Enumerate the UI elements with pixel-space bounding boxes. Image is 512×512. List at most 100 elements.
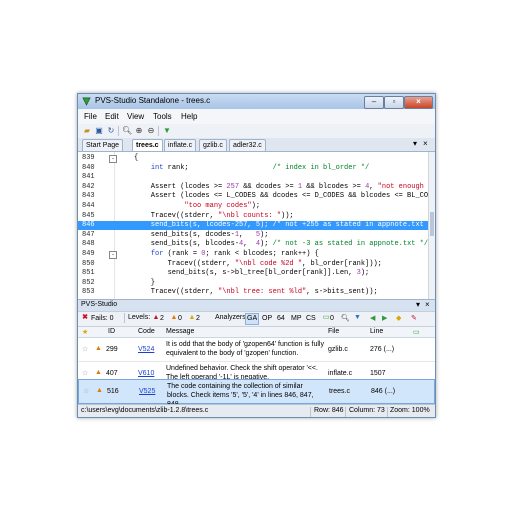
toolbar-separator (124, 313, 125, 323)
code-line[interactable]: 850 Tracev((stderr, "\nbl code %2d ", bl… (78, 260, 429, 269)
code-line[interactable]: 851 send_bits(s, s->bl_tree[bl_order[ran… (78, 269, 429, 278)
line-number: 853 (82, 288, 95, 297)
analyzer-64-toggle[interactable]: 64 (275, 313, 287, 325)
message-row-selected[interactable]: ☆ ▲ 516 V525 The code containing the col… (78, 379, 435, 408)
code-line[interactable]: 843 Assert (lcodes <= L_CODES && dcodes … (78, 192, 429, 201)
analyzer-cs-toggle[interactable]: CS (304, 313, 318, 325)
star-column-icon[interactable]: ★ (82, 328, 88, 336)
column-line[interactable]: Line (370, 328, 383, 335)
close-tab-icon[interactable]: × (423, 139, 428, 148)
minimize-button[interactable]: – (364, 96, 384, 109)
level-3-filter[interactable]: ▲2 (188, 314, 200, 322)
analyzers-label: Analyzers: (215, 314, 248, 321)
analyzer-op-toggle[interactable]: OP (260, 313, 274, 325)
line-number: 848 (82, 240, 95, 249)
editor-vertical-scrollbar[interactable] (428, 152, 435, 299)
star-icon[interactable]: ☆ (82, 369, 88, 378)
refresh-icon[interactable]: ↻ (106, 126, 116, 136)
title-bar: PVS-Studio Standalone - trees.c – ▫ × (78, 94, 435, 109)
code-line[interactable]: 852 } (78, 279, 429, 288)
toolbar-separator (158, 126, 159, 136)
code-line-highlighted[interactable]: 846 send_bits(s, lcodes-257, 5); /* not … (78, 221, 429, 231)
tab-inflate-c[interactable]: inflate.c (164, 139, 197, 151)
code-line[interactable]: 844 "too many codes"); (78, 202, 429, 211)
fold-toggle-icon[interactable]: - (109, 251, 117, 259)
menu-edit[interactable]: Edit (105, 112, 119, 121)
message-code-link[interactable]: V524 (138, 345, 154, 354)
column-message[interactable]: Message (166, 328, 194, 335)
status-separator (310, 407, 311, 417)
warning-icon: ▲ (96, 387, 103, 394)
settings-icon[interactable]: ✎ (411, 314, 417, 322)
line-number: 846 (82, 221, 95, 230)
level-2-filter[interactable]: ▲0 (170, 314, 182, 322)
prev-message-icon[interactable]: ◀ (370, 314, 375, 322)
tab-gzlib-c[interactable]: gzlib.c (199, 139, 227, 151)
code-line[interactable]: 842 Assert (lcodes >= 257 && dcodes >= 1… (78, 183, 429, 192)
zoom-out-icon[interactable]: ⊖ (146, 126, 156, 136)
code-editor[interactable]: 839 - {840 int rank; /* index in bl_order … (78, 152, 429, 300)
zoom-in-icon[interactable]: ⊕ (134, 126, 144, 136)
menu-file[interactable]: File (84, 112, 97, 121)
message-code-link[interactable]: V525 (139, 387, 155, 396)
line-number: 845 (82, 211, 95, 220)
fails-filter[interactable]: ✖ Fails: 0 (81, 314, 113, 322)
star-icon[interactable]: ☆ (82, 345, 88, 354)
open-icon[interactable]: ▰ (82, 126, 92, 136)
code-line[interactable]: 841 (78, 173, 429, 182)
menu-tools[interactable]: Tools (153, 112, 172, 121)
code-line[interactable]: 849 - for (rank = 0; rank < blcodes; rank… (78, 250, 429, 259)
code-text: Assert (lcodes >= 257 && dcodes >= 1 && … (134, 182, 429, 191)
comment-column-icon[interactable]: ▭ (413, 328, 420, 336)
menu-help[interactable]: Help (181, 112, 197, 121)
code-line[interactable]: 839 - { (78, 154, 429, 163)
level-1-filter[interactable]: ▲2 (152, 314, 164, 322)
status-file-path: c:\users\evg\documents\zlib-1.2.8\trees.… (81, 407, 209, 414)
maximize-button[interactable]: ▫ (384, 96, 404, 109)
pvs-studio-app-icon (82, 97, 91, 106)
message-row[interactable]: ☆ ▲ 299 V524 It is odd that the body of … (78, 338, 435, 362)
tab-adler32-c[interactable]: adler32.c (229, 139, 266, 151)
column-code[interactable]: Code (138, 328, 155, 335)
tab-start-page[interactable]: Start Page (82, 139, 124, 151)
message-file: gzlib.c (328, 346, 348, 353)
code-text: for (rank = 0; rank < blcodes; rank++) { (150, 250, 319, 258)
search-icon[interactable]: 🔍︎ (341, 314, 350, 322)
analyzer-ga-toggle[interactable]: GA (245, 313, 260, 325)
scrollbar-thumb[interactable] (430, 212, 434, 236)
message-line: 846 (...) (371, 388, 396, 395)
message-code-link[interactable]: V610 (138, 369, 154, 378)
code-text: Assert (lcodes <= L_CODES && dcodes <= D… (134, 192, 429, 201)
pvs-analyze-icon[interactable]: ▼ (162, 126, 172, 136)
comment-filter[interactable]: ▭0 (322, 314, 334, 322)
column-id[interactable]: ID (108, 328, 115, 335)
star-icon[interactable]: ☆ (83, 387, 89, 396)
code-line[interactable]: 848 send_bits(s, blcodes-4, 4); /* not -… (78, 240, 429, 249)
levels-label: Levels: (128, 314, 151, 321)
save-icon[interactable]: ▣ (94, 126, 104, 136)
pvs-panel-title: PVS-Studio ▾ × (78, 299, 435, 312)
zoom-icon[interactable]: 🔍︎ (122, 126, 132, 136)
code-line[interactable]: 840 int rank; /* index in bl_order */ (78, 164, 429, 173)
code-line[interactable]: 847 send_bits(s, dcodes-1, 5); (78, 231, 429, 240)
next-message-icon[interactable]: ▶ (382, 314, 387, 322)
tab-trees-c[interactable]: trees.c (132, 139, 163, 151)
window-title: PVS-Studio Standalone - trees.c (95, 96, 211, 105)
menu-view[interactable]: View (127, 112, 144, 121)
analyzer-mp-toggle[interactable]: MP (289, 313, 304, 325)
mark-icon[interactable]: ◆ (396, 314, 401, 322)
close-button[interactable]: × (404, 96, 433, 109)
code-line[interactable]: 853 Tracev((stderr, "\nbl tree: sent %ld… (78, 288, 429, 297)
tab-list-dropdown-icon[interactable]: ▾ (413, 139, 417, 148)
fold-toggle-icon[interactable]: - (109, 155, 117, 163)
code-text: int rank; /* index in bl_order */ (150, 163, 370, 172)
line-number: 839 (82, 154, 95, 162)
level-1-warning-icon: ▲ (152, 314, 160, 321)
filter-icon[interactable]: ▼ (354, 314, 361, 321)
close-panel-icon[interactable]: × (425, 300, 430, 309)
code-line[interactable]: 845 Tracev((stderr, "\nbl counts: ")); (78, 212, 429, 221)
pin-icon[interactable]: ▾ (416, 300, 420, 309)
column-file[interactable]: File (328, 328, 339, 335)
line-number: 841 (82, 173, 95, 182)
level-2-warning-icon: ▲ (170, 314, 178, 321)
